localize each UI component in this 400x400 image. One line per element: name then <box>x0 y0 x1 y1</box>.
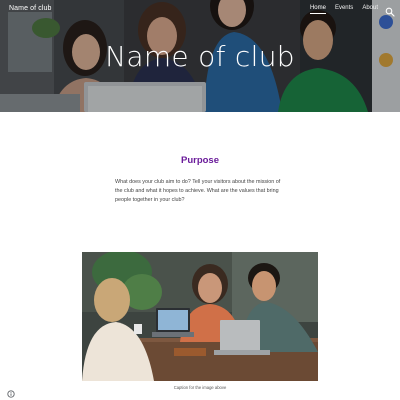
club-photo <box>82 252 318 381</box>
club-photo-image <box>82 252 318 381</box>
info-icon <box>7 390 15 398</box>
site-info-button[interactable] <box>7 385 15 398</box>
top-nav: Home Events About <box>309 5 378 14</box>
search-icon <box>385 7 395 17</box>
hero-title: Name of club <box>105 40 295 73</box>
site-name-link[interactable]: Name of club <box>9 5 51 12</box>
nav-item-about[interactable]: About <box>362 5 378 14</box>
hero-banner: Name of club Home Events About Name of c… <box>0 0 400 112</box>
purpose-heading: Purpose <box>180 155 219 166</box>
search-button[interactable] <box>385 4 395 17</box>
photo-caption: Caption for the image above <box>173 385 227 390</box>
nav-item-home[interactable]: Home <box>309 5 326 14</box>
purpose-body: What does your club aim to do? Tell your… <box>115 179 281 203</box>
nav-item-events[interactable]: Events <box>335 5 353 14</box>
